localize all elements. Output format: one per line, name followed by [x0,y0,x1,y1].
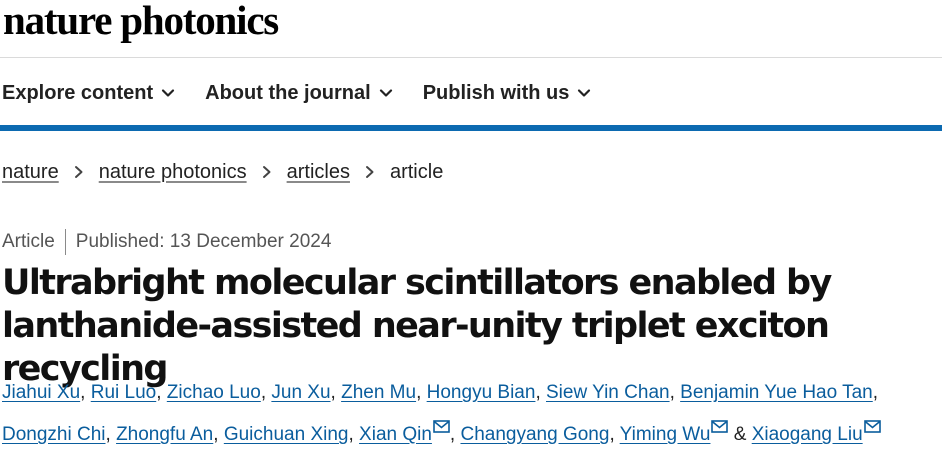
author-link[interactable]: Guichuan Xing [224,424,349,445]
author-separator: , [213,424,224,445]
author-separator: , [348,424,360,445]
chevron-right-icon [365,166,374,178]
journal-logo[interactable]: nature photonics [3,0,279,42]
mail-icon[interactable] [863,420,881,433]
nav-about-journal-label: About the journal [205,81,371,104]
author-ampersand: & [728,424,752,445]
article-type: Article [2,231,55,252]
breadcrumb-nature-photonics[interactable]: nature photonics [99,161,247,184]
nav-publish-with-us-label: Publish with us [422,81,570,104]
author-separator: , [872,382,879,403]
author-separator: , [105,424,117,445]
nav-about-journal[interactable]: About the journal [205,82,393,105]
author-list: Jiahui Xu, Rui Luo, Zichao Luo, Jun Xu, … [2,380,942,460]
chevron-right-icon [262,166,271,178]
author-link[interactable]: Xian Qin [359,424,432,445]
author-separator: , [260,382,272,403]
author-separator: , [156,382,167,403]
author-line: Dongzhi Chi, Zhongfu An, Guichuan Xing, … [2,420,942,446]
nav-explore-content-label: Explore content [2,81,154,104]
nav-publish-with-us[interactable]: Publish with us [423,82,592,105]
author-link[interactable]: Benjamin Yue Hao Tan [680,382,873,403]
author-link[interactable]: Hongyu Bian [427,382,536,403]
author-link[interactable]: Jiahui Xu [2,382,80,403]
accent-bar [0,125,942,131]
author-separator: , [535,382,546,403]
header-divider [0,57,942,58]
article-meta: Article Published: 13 December 2024 [2,229,331,255]
nav-explore-content[interactable]: Explore content [2,82,175,105]
main-nav: Explore content About the journal Publis… [0,79,621,107]
author-separator: , [330,382,342,403]
mail-icon[interactable] [433,420,450,433]
breadcrumb: nature nature photonics articles article [2,159,443,185]
meta-divider [64,229,66,255]
breadcrumb-nature[interactable]: nature [2,161,59,184]
author-link[interactable]: Zhongfu An [116,424,213,445]
author-separator: , [416,382,427,403]
author-separator: , [80,382,91,403]
author-line: Jiahui Xu, Rui Luo, Zichao Luo, Jun Xu, … [2,380,942,406]
chevron-down-icon [379,89,392,97]
breadcrumb-current: article [389,160,444,183]
author-link[interactable]: Zhen Mu [341,382,416,403]
author-link[interactable]: Rui Luo [91,382,157,403]
author-separator: , [449,424,461,445]
breadcrumb-articles[interactable]: articles [287,161,350,184]
author-link[interactable]: Siew Yin Chan [546,382,670,403]
author-link[interactable]: Dongzhi Chi [2,424,106,445]
author-separator: , [669,382,681,403]
author-link[interactable]: Changyang Gong [460,424,609,445]
chevron-right-icon [74,166,83,178]
published-date: Published: 13 December 2024 [75,231,332,252]
author-link[interactable]: Jun Xu [271,382,330,403]
mail-icon[interactable] [711,420,729,433]
author-link[interactable]: Zichao Luo [167,382,261,403]
author-separator: , [609,424,620,445]
chevron-down-icon [578,89,591,97]
author-link[interactable]: Xiaogang Liu [752,424,863,445]
author-link[interactable]: Yiming Wu [620,424,711,445]
chevron-down-icon [162,89,175,97]
article-title: Ultrabright molecular scintillators enab… [2,263,832,389]
